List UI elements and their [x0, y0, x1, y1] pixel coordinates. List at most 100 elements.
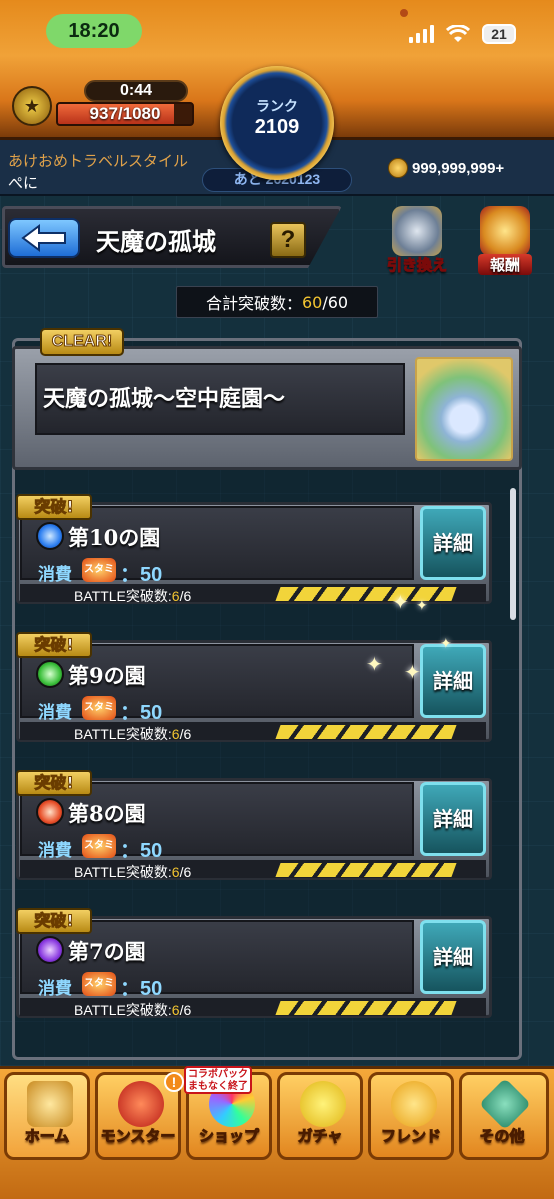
- quest-name: 第8の園: [68, 801, 146, 826]
- total-clear-count: 合計突破数： 60/60: [176, 286, 378, 318]
- reward-crest-icon: [480, 206, 530, 256]
- reward-button[interactable]: 報酬: [470, 206, 540, 276]
- battle-count: BATTLE突破数:6/6: [74, 1002, 192, 1018]
- sparkle-icon: ✦: [440, 636, 452, 652]
- cost-label: 消費: [38, 565, 72, 585]
- detail-button[interactable]: 詳細: [420, 782, 486, 856]
- back-button[interactable]: [8, 218, 80, 258]
- nav-other-label: その他: [479, 1127, 525, 1146]
- nav-friend[interactable]: フレンド: [368, 1072, 454, 1160]
- stamina-timer: 0:44: [84, 80, 188, 102]
- battle-count: BATTLE突破数:6/6: [74, 864, 192, 880]
- garden-fountain-image: [415, 357, 513, 461]
- reward-label: 報酬: [478, 254, 532, 275]
- gacha-egg-icon: [300, 1081, 346, 1127]
- scrollbar[interactable]: [510, 488, 516, 1048]
- sparkle-icon: ✦: [416, 598, 428, 614]
- total-label: 合計突破数：: [205, 294, 302, 313]
- progress-chevrons: [275, 587, 457, 601]
- coin-icon: [388, 158, 408, 178]
- quest-name: 第10の園: [68, 525, 161, 550]
- water-element-icon: [36, 522, 64, 550]
- battery-icon: 21: [482, 24, 516, 44]
- rank-badge[interactable]: ランク 2109: [220, 66, 334, 180]
- wood-element-icon: [36, 660, 64, 688]
- status-time: 18:20: [46, 14, 142, 48]
- nav-other[interactable]: その他: [459, 1072, 549, 1160]
- wifi-icon: [446, 25, 470, 42]
- progress-chevrons: [275, 863, 457, 877]
- total-max: /60: [322, 292, 349, 312]
- collab-pack-notice: コラボパック まもなく終了: [184, 1066, 252, 1094]
- stage-header-card[interactable]: 天魔の孤城～空中庭園～: [12, 346, 522, 470]
- player-title: あけおめトラベルスタイル: [8, 152, 189, 170]
- scrollbar-thumb[interactable]: [510, 488, 516, 620]
- nav-home-label: ホーム: [24, 1127, 70, 1146]
- fire-element-icon: [36, 798, 64, 826]
- battle-count: BATTLE突破数:6/6: [74, 588, 192, 604]
- cost-label: 消費: [38, 841, 72, 861]
- total-value: 60: [301, 292, 323, 312]
- nav-gacha-label: ガチャ: [297, 1127, 343, 1146]
- status-bar: 18:20 21: [0, 0, 554, 56]
- stamina-tag-icon: スタミナ: [82, 972, 116, 1013]
- cleared-badge: 突破!: [16, 770, 92, 796]
- status-icons: 21: [409, 24, 516, 44]
- detail-button[interactable]: 詳細: [420, 644, 486, 718]
- camera-dot-icon: [400, 9, 408, 17]
- detail-button[interactable]: 詳細: [420, 506, 486, 580]
- nav-gacha[interactable]: ガチャ: [277, 1072, 363, 1160]
- quest-name: 第9の園: [68, 663, 146, 688]
- quest-row[interactable]: 突破! 第8の園 消費 スタミナ ：50 BATTLE突破数:6/6 詳細: [16, 770, 492, 880]
- rank-label: ランク: [256, 99, 298, 115]
- stamina-cost: ：50: [120, 840, 163, 862]
- quest-name: 第7の園: [68, 939, 146, 964]
- sparkle-icon: ✦: [404, 660, 421, 684]
- detail-button[interactable]: 詳細: [420, 920, 486, 994]
- nav-home[interactable]: ホーム: [4, 1072, 90, 1160]
- help-button[interactable]: ?: [270, 222, 306, 258]
- castle-icon: [392, 206, 442, 256]
- quest-row[interactable]: 突破! 第9の園 消費 スタミナ ：50 BATTLE突破数:6/6 詳細: [16, 632, 492, 742]
- stamina-tag-icon: スタミナ: [82, 834, 116, 875]
- monster-icon: [118, 1081, 164, 1127]
- home-icon: [27, 1081, 73, 1127]
- cleared-badge: 突破!: [16, 494, 92, 520]
- battle-count: BATTLE突破数:6/6: [74, 726, 192, 742]
- stamina-tag-icon: スタミナ: [82, 558, 116, 599]
- cleared-badge: 突破!: [16, 632, 92, 658]
- stamina-cost: ：50: [120, 978, 163, 1000]
- rank-value: 2109: [254, 116, 300, 138]
- dark-element-icon: [36, 936, 64, 964]
- page-title: 天魔の孤城: [96, 227, 216, 256]
- exchange-label: 引き換え: [386, 256, 447, 275]
- stamina-bar: 937/1080: [56, 102, 194, 126]
- exchange-button[interactable]: 引き換え: [382, 206, 452, 276]
- stamina-cost: ：50: [120, 702, 163, 724]
- cost-label: 消費: [38, 979, 72, 999]
- nav-shop-label: ショップ: [198, 1127, 259, 1146]
- progress-chevrons: [275, 1001, 457, 1015]
- coin-count: 999,999,999+: [412, 160, 505, 177]
- stamina-value: 937/1080: [89, 104, 161, 123]
- stamina-tag-icon: スタミナ: [82, 696, 116, 737]
- signal-icon: [409, 25, 434, 43]
- alert-icon: !: [164, 1072, 184, 1092]
- quest-row[interactable]: 突破! 第10の園 消費 スタミナ ：50 BATTLE突破数:6/6 詳細: [16, 494, 492, 604]
- cost-label: 消費: [38, 703, 72, 723]
- stage-name: 天魔の孤城～空中庭園～: [43, 386, 286, 412]
- sparkle-icon: ✦: [392, 590, 409, 614]
- quest-row[interactable]: 突破! 第7の園 消費 スタミナ ：50 BATTLE突破数:6/6 詳細: [16, 908, 492, 1018]
- clear-badge: CLEAR!: [40, 328, 124, 356]
- other-menu-icon: [478, 1077, 532, 1131]
- nav-friend-label: フレンド: [380, 1127, 441, 1146]
- cleared-badge: 突破!: [16, 908, 92, 934]
- stamina-cost: ：50: [120, 564, 163, 586]
- collab-tag-line1: コラボパック: [188, 1069, 248, 1080]
- nav-monster-label: モンスター: [100, 1127, 176, 1146]
- progress-chevrons: [275, 725, 457, 739]
- collab-tag-line2: まもなく終了: [188, 1081, 248, 1092]
- sparkle-icon: ✦: [366, 652, 383, 676]
- friend-icon: [391, 1081, 437, 1127]
- stamina-icon: ★: [12, 86, 52, 126]
